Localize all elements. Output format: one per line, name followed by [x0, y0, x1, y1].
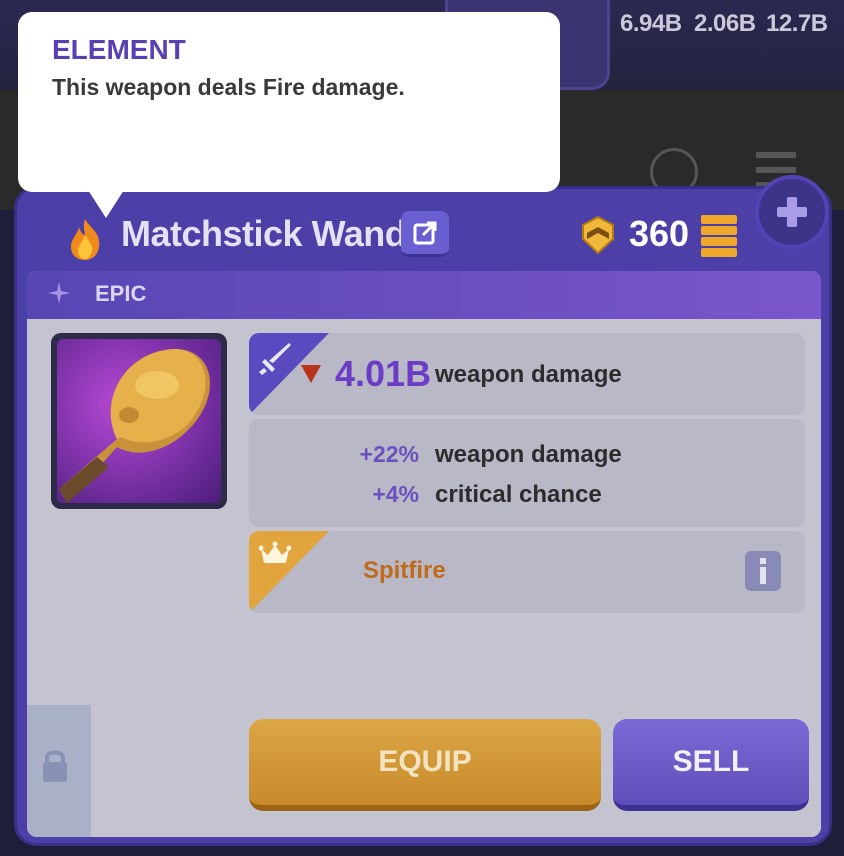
- main-stat-row: 4.01B weapon damage: [249, 333, 805, 415]
- info-button[interactable]: [745, 551, 781, 591]
- item-image-frame: [51, 333, 227, 509]
- modifier-value: +22%: [359, 441, 419, 467]
- set-bonus-row[interactable]: Spitfire: [249, 531, 805, 613]
- modifier-label: critical chance: [435, 481, 602, 508]
- upgrade-plus-button[interactable]: [755, 175, 829, 249]
- lock-icon: [43, 750, 67, 782]
- plus-icon: [777, 197, 807, 227]
- rarity-label: EPIC: [95, 281, 147, 306]
- external-link-icon: [413, 221, 437, 244]
- modifiers-row: +22% weapon damage +4% critical chance: [249, 419, 805, 527]
- top-stat: 2.06B: [694, 10, 756, 37]
- tooltip-pointer: [88, 190, 124, 218]
- sword-icon: [259, 343, 291, 375]
- flame-icon[interactable]: [65, 217, 105, 261]
- crown-icon: [259, 541, 291, 563]
- share-button[interactable]: [401, 211, 449, 257]
- top-stat: 12.7B: [766, 10, 828, 37]
- top-stat: 6.94B: [620, 10, 682, 37]
- matchstick-wand-image: [57, 339, 221, 503]
- decrease-arrow-icon: [301, 365, 321, 383]
- item-panel: Matchstick Wand 360 EPIC 4.01B weapon da…: [14, 175, 832, 846]
- item-header: Matchstick Wand 360: [17, 175, 829, 273]
- equip-button[interactable]: EQUIP: [249, 719, 601, 811]
- rank-chevron-icon: [582, 215, 614, 255]
- set-name: Spitfire: [363, 557, 446, 584]
- element-tooltip: ELEMENT This weapon deals Fire damage.: [18, 12, 560, 218]
- tooltip-title: ELEMENT: [52, 34, 186, 65]
- item-details: EPIC 4.01B weapon damage +22% weapon dam…: [27, 271, 821, 837]
- weapon-damage-value: 4.01B: [335, 353, 432, 394]
- lock-toggle[interactable]: [27, 705, 91, 837]
- item-name: Matchstick Wand: [121, 213, 407, 254]
- tooltip-body: This weapon deals Fire damage.: [52, 74, 405, 100]
- sell-button[interactable]: SELL: [613, 719, 809, 811]
- power-value: 360: [629, 213, 690, 254]
- sparkle-icon: [48, 282, 70, 304]
- coin-stack-icon: [701, 215, 737, 257]
- weapon-damage-label: weapon damage: [435, 361, 622, 388]
- info-icon: [760, 558, 766, 584]
- modifier-value: +4%: [372, 481, 419, 507]
- modifier-label: weapon damage: [435, 441, 622, 468]
- rarity-bar: EPIC: [27, 271, 821, 319]
